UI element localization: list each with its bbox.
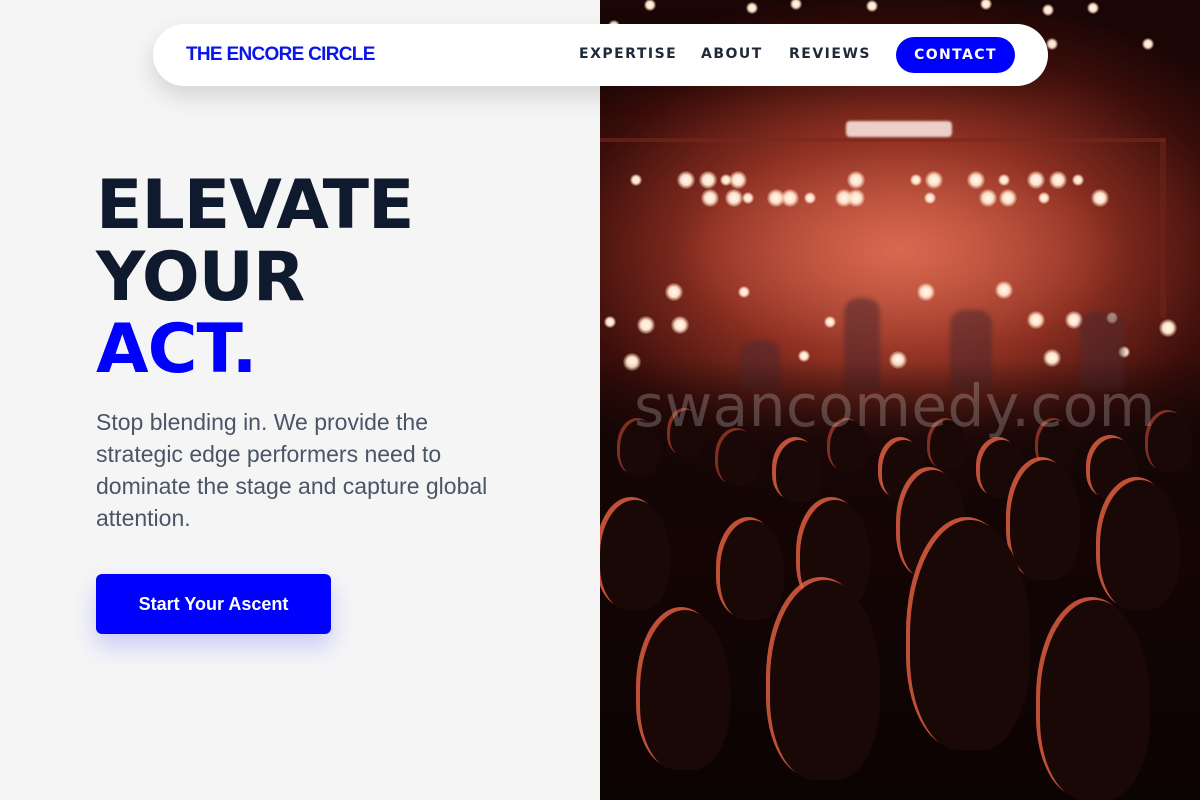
nav-link-about[interactable]: ABOUT — [701, 46, 763, 62]
audience-head-silhouette — [776, 440, 822, 502]
stage-light — [1042, 4, 1054, 16]
audience-head-silhouette — [1100, 480, 1180, 610]
stage-light — [980, 0, 992, 10]
stage-light — [729, 171, 747, 189]
stage-light — [1027, 171, 1045, 189]
watermark: swancomedy.com — [634, 372, 1156, 440]
stage-truss-post — [1160, 138, 1166, 318]
stage-light — [671, 316, 689, 334]
audience-head-silhouette — [1040, 600, 1150, 800]
stage-light — [967, 171, 985, 189]
audience-head-silhouette — [770, 580, 880, 780]
top-navigation: THE ENCORE CIRCLE EXPERTISE ABOUT REVIEW… — [153, 24, 1048, 86]
stage-light — [1046, 38, 1058, 50]
stage-light — [677, 171, 695, 189]
stage-light — [637, 316, 655, 334]
stage-light — [1049, 171, 1067, 189]
brand-logo[interactable]: THE ENCORE CIRCLE — [186, 44, 375, 66]
audience-head-silhouette — [600, 500, 670, 610]
stage-light — [1027, 311, 1045, 329]
stage-light — [665, 283, 683, 301]
audience-head-silhouette — [910, 520, 1030, 750]
hero-left-panel — [0, 0, 600, 800]
stage-light — [998, 174, 1010, 186]
stage-light — [1159, 319, 1177, 337]
audience-head-silhouette — [720, 520, 784, 620]
stage-light — [910, 174, 922, 186]
audience-head-silhouette — [1010, 460, 1080, 580]
stage-light — [1087, 2, 1099, 14]
stage-light — [790, 0, 802, 10]
stage-light — [604, 316, 616, 328]
hero-headline: ELEVATE YOUR ACT. — [96, 166, 414, 389]
headline-line-2: YOUR — [96, 238, 305, 317]
stage-light — [738, 286, 750, 298]
stage-truss — [600, 138, 1166, 142]
stage-light — [1142, 38, 1154, 50]
nav-link-expertise[interactable]: EXPERTISE — [579, 46, 677, 62]
stage-light — [847, 171, 865, 189]
stage-light — [917, 283, 935, 301]
stage-light — [804, 192, 816, 204]
headline-line-3: ACT. — [96, 310, 257, 389]
stage-light — [701, 189, 719, 207]
stage-light — [781, 189, 799, 207]
stage-light — [847, 189, 865, 207]
stage-light — [925, 171, 943, 189]
stage-light — [824, 316, 836, 328]
stage-light — [1072, 174, 1084, 186]
stage-light — [742, 192, 754, 204]
contact-button[interactable]: CONTACT — [896, 37, 1015, 73]
hero-subtext: Stop blending in. We provide the strateg… — [96, 409, 488, 531]
stage-light — [924, 192, 936, 204]
stage-light — [1038, 192, 1050, 204]
audience-head-silhouette — [640, 610, 730, 770]
stage-light — [725, 189, 743, 207]
stage-light — [630, 174, 642, 186]
stage-light — [1091, 189, 1109, 207]
stage-light — [866, 0, 878, 12]
stage-light — [995, 281, 1013, 299]
stage-light — [644, 0, 656, 11]
stage-sign — [846, 121, 952, 137]
stage-light — [699, 171, 717, 189]
start-your-ascent-button[interactable]: Start Your Ascent — [96, 574, 331, 634]
stage-light — [746, 2, 758, 14]
stage-light — [999, 189, 1017, 207]
headline-line-1: ELEVATE — [96, 166, 414, 245]
nav-link-reviews[interactable]: REVIEWS — [789, 46, 871, 62]
stage-light — [979, 189, 997, 207]
